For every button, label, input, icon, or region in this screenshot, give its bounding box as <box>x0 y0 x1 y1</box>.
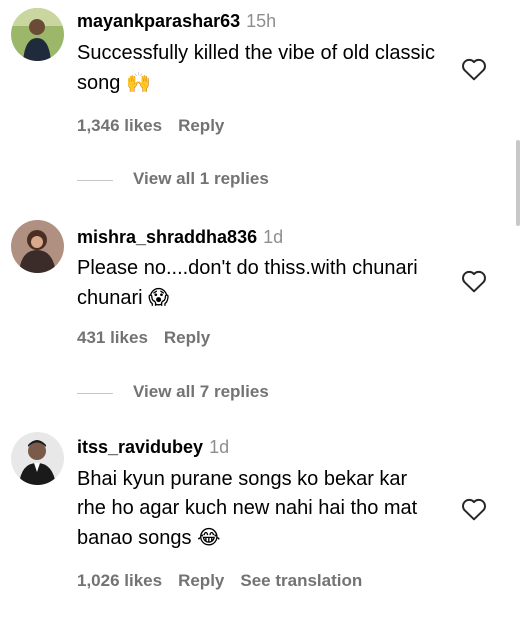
reply-button[interactable]: Reply <box>178 571 224 590</box>
username[interactable]: mayankparashar63 <box>77 11 240 31</box>
like-count[interactable]: 1,026 likes <box>77 571 162 590</box>
reply-button[interactable]: Reply <box>164 328 210 347</box>
like-count[interactable]: 431 likes <box>77 328 148 347</box>
timestamp: 15h <box>246 11 277 31</box>
see-translation-button[interactable]: See translation <box>240 571 362 590</box>
view-replies-button[interactable]: View all 7 replies <box>77 382 337 406</box>
avatar[interactable] <box>11 8 64 61</box>
divider-line <box>77 393 113 394</box>
divider-line <box>77 180 113 181</box>
comment-body: Bhai kyun purane songs ko bekar kar rhe … <box>77 468 418 549</box>
view-replies-label: View all 7 replies <box>133 382 269 401</box>
comment-header: itss_ravidubey 1d <box>77 437 229 458</box>
comment-meta: 1,026 likes Reply See translation <box>77 571 378 591</box>
username[interactable]: itss_ravidubey <box>77 437 203 457</box>
comment-header: mayankparashar63 15h <box>77 11 276 32</box>
heart-icon[interactable] <box>461 269 487 293</box>
screaming-face-emoji: 😱 <box>148 285 170 309</box>
reply-button[interactable]: Reply <box>178 116 224 135</box>
comment-meta: 1,346 likes Reply <box>77 116 240 136</box>
tears-of-joy-emoji: 😂 <box>197 525 221 549</box>
heart-icon[interactable] <box>461 497 487 521</box>
comment-text: Please no....don't do thiss.with chunari… <box>77 254 437 313</box>
scrollbar[interactable] <box>516 140 520 226</box>
avatar[interactable] <box>11 432 64 485</box>
comment-body: Please no....don't do thiss.with chunari… <box>77 257 418 309</box>
raised-hands-emoji: 🙌 <box>125 70 151 94</box>
comment-meta: 431 likes Reply <box>77 328 226 348</box>
username[interactable]: mishra_shraddha836 <box>77 227 257 247</box>
avatar[interactable] <box>11 220 64 273</box>
comment-header: mishra_shraddha836 1d <box>77 227 283 248</box>
comment-text: Successfully killed the vibe of old clas… <box>77 39 437 98</box>
view-replies-label: View all 1 replies <box>133 169 269 188</box>
comment-text: Bhai kyun purane songs ko bekar kar rhe … <box>77 465 437 553</box>
view-replies-button[interactable]: View all 1 replies <box>77 169 337 193</box>
timestamp: 1d <box>209 437 230 457</box>
like-count[interactable]: 1,346 likes <box>77 116 162 135</box>
heart-icon[interactable] <box>461 57 487 81</box>
timestamp: 1d <box>263 227 284 247</box>
